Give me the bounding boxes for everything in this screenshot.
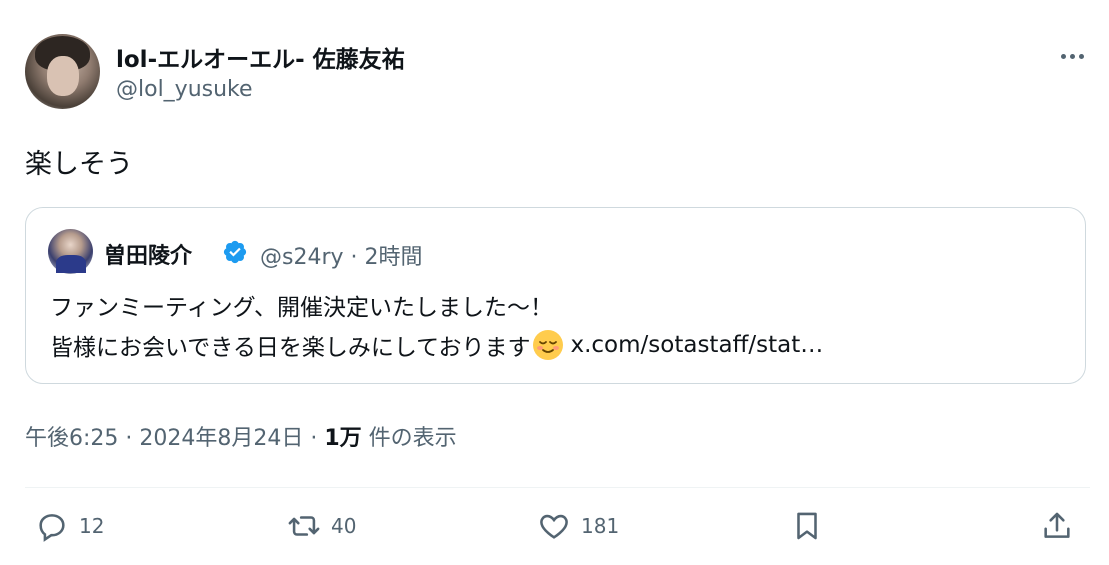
reply-button[interactable]: 12 bbox=[35, 509, 104, 543]
quoted-text-line2-text: 皆様にお会いできる日を楽しみにしております bbox=[50, 335, 531, 361]
retweet-button[interactable]: 40 bbox=[287, 509, 356, 543]
tweet-text: 楽しそう bbox=[25, 149, 133, 180]
quoted-tweet-card[interactable]: 曽田陵介 @s24ry · 2時間 ファンミーティング、開催決定いたしました〜！… bbox=[25, 207, 1086, 384]
like-button[interactable]: 181 bbox=[537, 509, 619, 543]
author-display-name[interactable]: lol-エルオーエル- 佐藤友祐 bbox=[116, 40, 405, 74]
verified-badge-icon bbox=[223, 240, 247, 264]
quoted-text-line2: 皆様にお会いできる日を楽しみにしております x.com/sotastaff/st… bbox=[50, 328, 823, 362]
quoted-link[interactable]: x.com/sotastaff/stat… bbox=[570, 332, 823, 358]
reply-icon bbox=[39, 514, 65, 542]
tweet-header: lol-エルオーエル- 佐藤友祐 @lol_yusuke bbox=[25, 32, 1090, 112]
share-button[interactable] bbox=[1040, 509, 1074, 543]
views-label: 件の表示 bbox=[361, 426, 457, 451]
more-options-button[interactable] bbox=[1054, 38, 1090, 74]
divider bbox=[25, 487, 1090, 488]
author-avatar[interactable] bbox=[25, 34, 100, 109]
quoted-text-line1: ファンミーティング、開催決定いたしました〜！ bbox=[50, 295, 554, 321]
dot-icon bbox=[1060, 53, 1066, 59]
like-count: 181 bbox=[581, 514, 620, 538]
bookmark-button[interactable] bbox=[790, 509, 824, 543]
quoted-author-name[interactable]: 曽田陵介 bbox=[104, 238, 192, 270]
retweet-icon bbox=[288, 516, 320, 536]
bookmark-icon bbox=[797, 512, 817, 540]
share-icon bbox=[1044, 512, 1070, 538]
timestamp[interactable]: 午後6:25 · 2024年8月24日 · bbox=[25, 426, 324, 451]
dot-icon bbox=[1078, 53, 1084, 59]
reply-count: 12 bbox=[79, 514, 105, 538]
retweet-count: 40 bbox=[331, 514, 357, 538]
tweet-metadata: 午後6:25 · 2024年8月24日 · 1万 件の表示 bbox=[25, 420, 457, 452]
views-count: 1万 bbox=[324, 426, 362, 451]
dot-icon bbox=[1069, 53, 1075, 59]
quoted-author-avatar[interactable] bbox=[48, 229, 93, 274]
action-bar: 12 40 181 bbox=[25, 505, 1090, 555]
quoted-handle-time[interactable]: @s24ry · 2時間 bbox=[260, 239, 423, 271]
author-handle[interactable]: @lol_yusuke bbox=[116, 77, 253, 102]
heart-icon bbox=[540, 514, 568, 539]
relieved-face-icon bbox=[533, 330, 564, 360]
